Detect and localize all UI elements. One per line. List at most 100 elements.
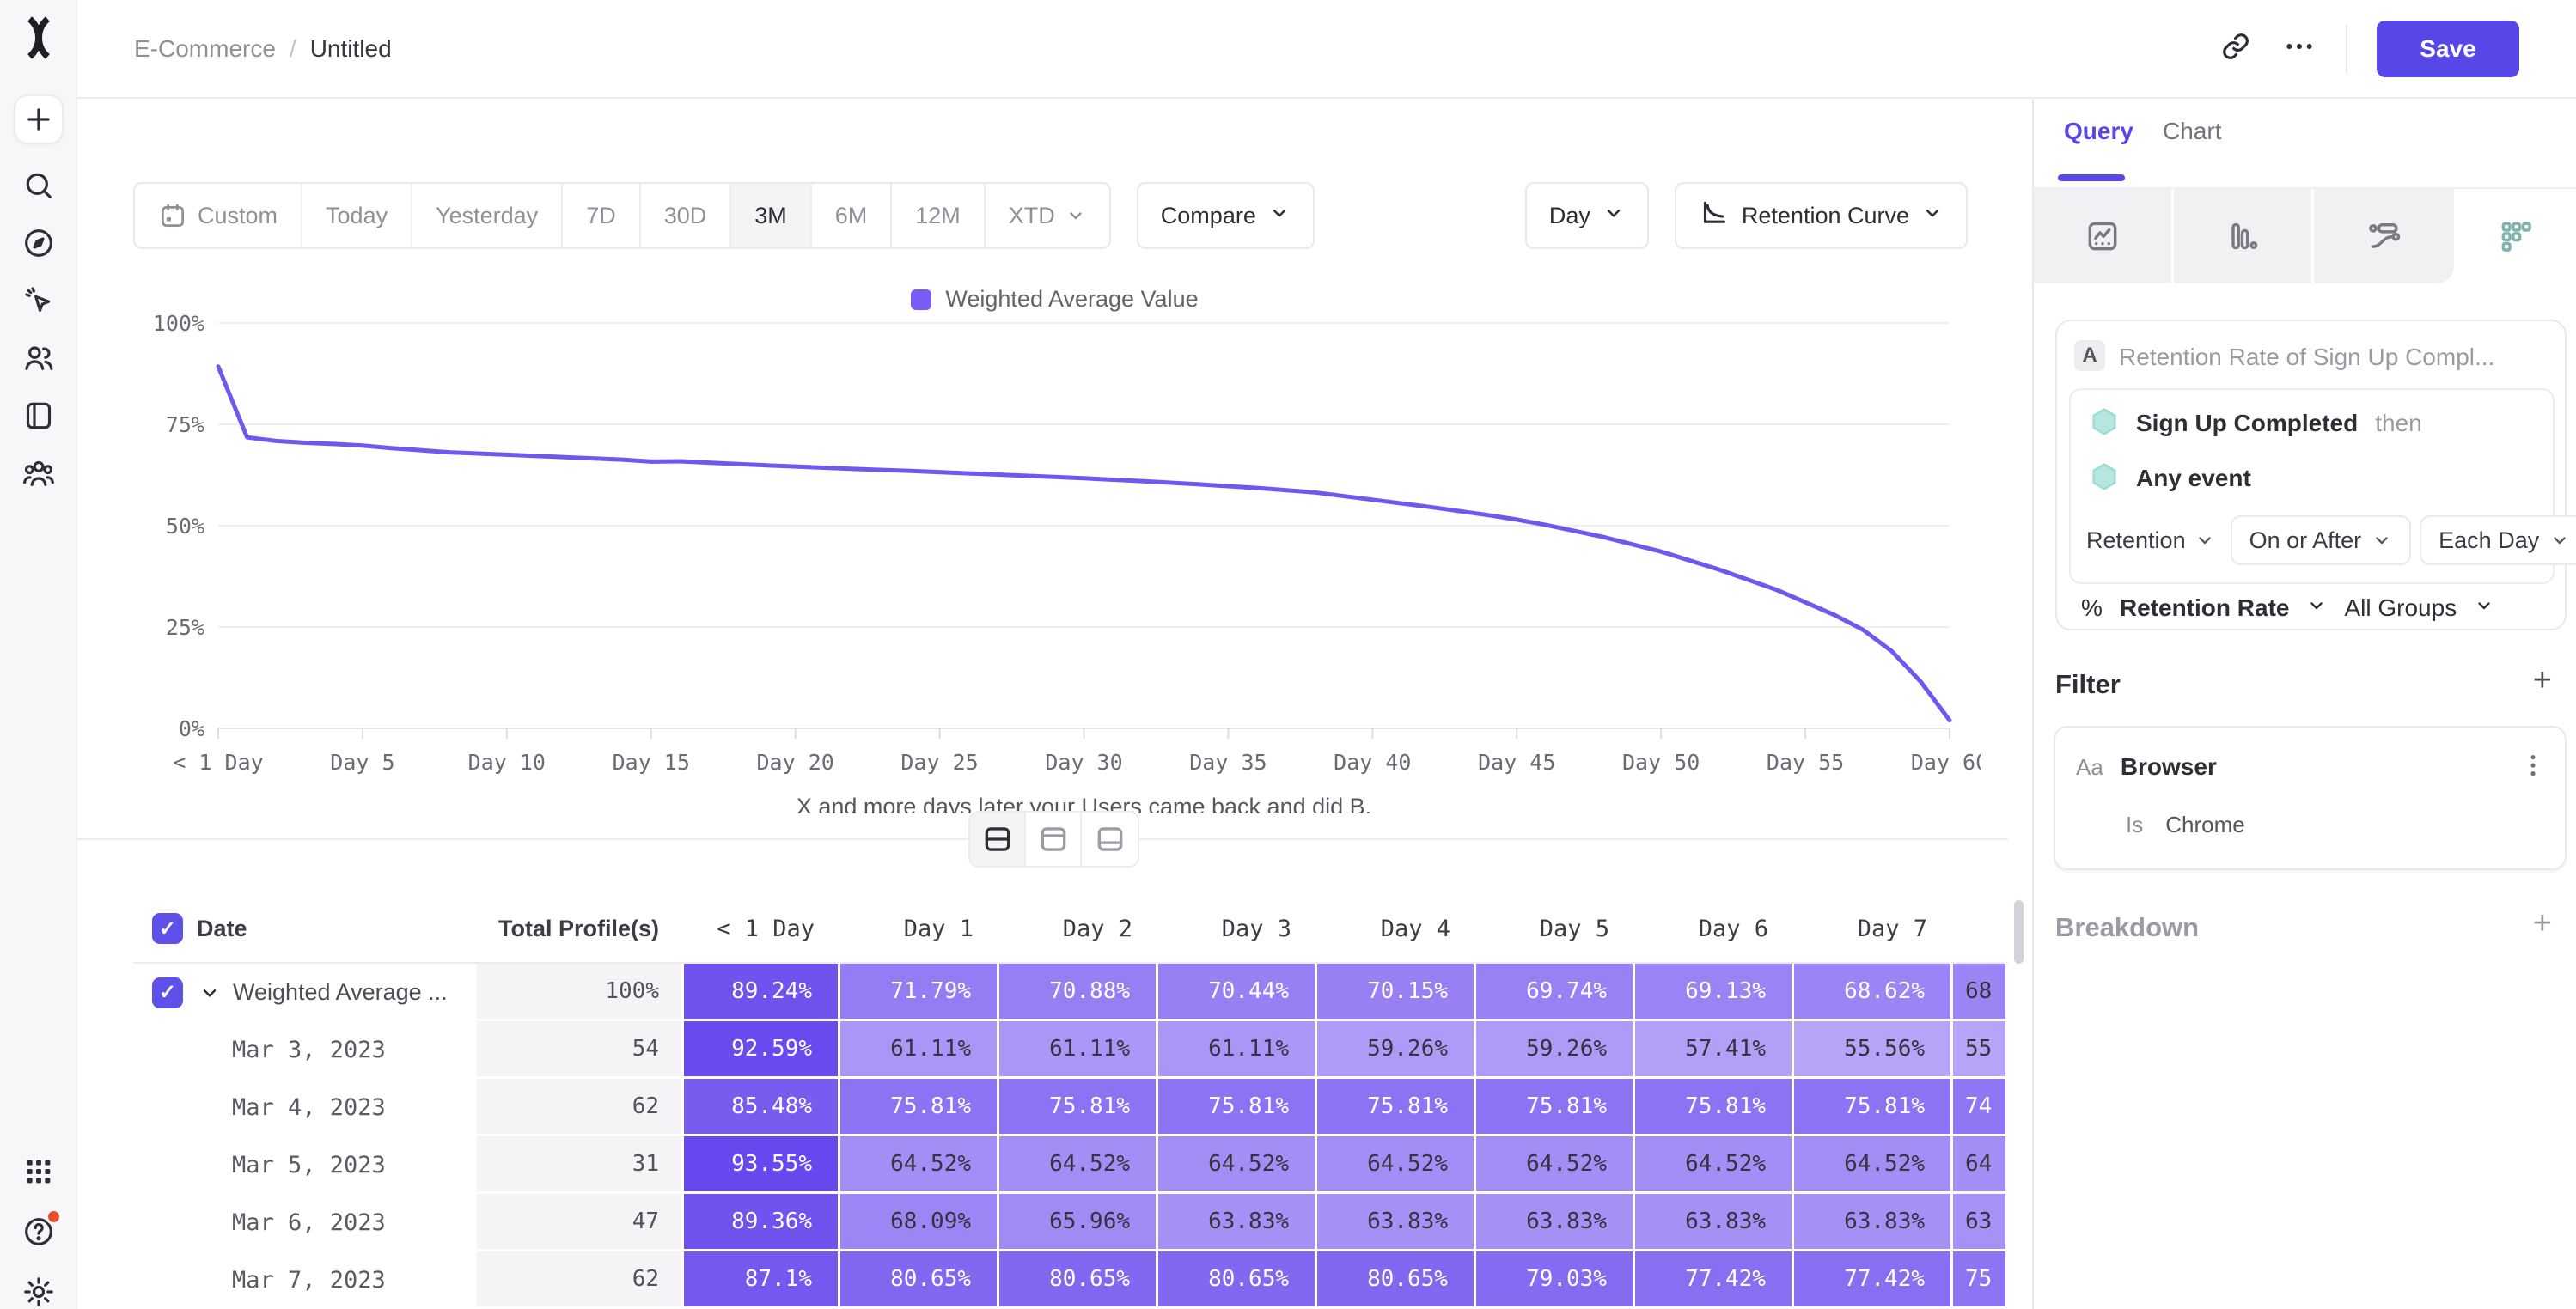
svg-text:75%: 75% bbox=[166, 412, 204, 437]
query-title[interactable]: Retention Rate of Sign Up Compl... bbox=[2119, 344, 2494, 371]
copy-link-icon[interactable] bbox=[2219, 29, 2253, 68]
sidebar-item-users[interactable] bbox=[0, 336, 77, 384]
measure-metric-dropdown[interactable]: Retention Rate bbox=[2120, 594, 2290, 622]
chevron-down-icon bbox=[2306, 594, 2327, 622]
retention-dropdown[interactable]: Retention bbox=[2086, 527, 2222, 554]
total-profiles-cell: 100% bbox=[477, 964, 681, 1021]
chevron-down-icon bbox=[1065, 205, 1086, 226]
event-step-1[interactable]: Sign Up Completed then bbox=[2090, 407, 2422, 440]
retention-cell: 64.52% bbox=[999, 1136, 1158, 1194]
retention-cell: 92.59% bbox=[681, 1021, 840, 1079]
table-scrollbar[interactable] bbox=[2014, 900, 2024, 964]
svg-text:100%: 100% bbox=[153, 311, 204, 336]
filter-section-title: Filter bbox=[2055, 669, 2121, 700]
svg-text:< 1 Day: < 1 Day bbox=[173, 750, 263, 775]
breadcrumb-current[interactable]: Untitled bbox=[310, 35, 392, 63]
select-all-checkbox[interactable]: ✓ bbox=[152, 913, 183, 944]
svg-text:Day 35: Day 35 bbox=[1189, 750, 1267, 775]
notebook-icon bbox=[21, 399, 56, 437]
series-badge: A bbox=[2074, 340, 2105, 371]
sidebar-item-pointer-sparkle[interactable] bbox=[0, 278, 77, 326]
retention-cell: 75.81% bbox=[1476, 1079, 1635, 1136]
retention-cell: 77.42% bbox=[1635, 1251, 1794, 1309]
retention-cell: 64.52% bbox=[1317, 1136, 1476, 1194]
layout-panel-bottom-button[interactable] bbox=[1082, 813, 1138, 866]
chart-tab-retention-grid[interactable] bbox=[2454, 189, 2576, 283]
compare-button[interactable]: Compare bbox=[1137, 182, 1315, 249]
range-button-12m[interactable]: 12M bbox=[892, 184, 986, 247]
retention-cell: 89.36% bbox=[681, 1194, 840, 1251]
event-step-2[interactable]: Any event bbox=[2090, 462, 2251, 495]
measure-groups-dropdown[interactable]: All Groups bbox=[2344, 594, 2457, 622]
filter-value[interactable]: Chrome bbox=[2165, 812, 2244, 838]
layout-panel-top-button[interactable] bbox=[1026, 813, 1082, 866]
range-button-xtd[interactable]: XTD bbox=[986, 184, 1109, 247]
more-options-icon[interactable] bbox=[2282, 29, 2317, 68]
retention-cell: 80.65% bbox=[1158, 1251, 1317, 1309]
sidebar-item-users-three[interactable] bbox=[0, 451, 77, 499]
filter-menu-icon[interactable] bbox=[2517, 750, 2549, 787]
chevron-down-icon bbox=[2549, 530, 2570, 551]
filter-operator[interactable]: Is bbox=[2126, 812, 2143, 838]
retention-cell: 87.1% bbox=[681, 1251, 840, 1309]
retention-curve-chart[interactable]: 0%25%50%75%100%< 1 DayDay 5Day 10Day 15D… bbox=[137, 307, 1981, 813]
measure-row: % Retention Rate All Groups bbox=[2081, 594, 2494, 622]
retention-table: ✓ DateTotal Profile(s)< 1 DayDay 1Day 2D… bbox=[133, 895, 2008, 1309]
chart-tab-bar-chart[interactable] bbox=[2174, 189, 2314, 283]
breadcrumb-parent[interactable]: E-Commerce bbox=[134, 35, 276, 63]
retention-cell-clipped: 55 bbox=[1953, 1021, 2008, 1079]
sidebar-item-grid-dots[interactable] bbox=[0, 1149, 77, 1197]
range-button-6m[interactable]: 6M bbox=[812, 184, 893, 247]
filter-card[interactable]: Aa Browser Is Chrome bbox=[2054, 726, 2567, 870]
tab-chart[interactable]: Chart bbox=[2163, 118, 2221, 145]
top-bar: E-Commerce / Untitled Save bbox=[77, 0, 2576, 99]
range-button-30d[interactable]: 30D bbox=[641, 184, 732, 247]
range-button-3m[interactable]: 3M bbox=[731, 184, 812, 247]
hexagon-icon bbox=[2090, 407, 2119, 440]
granularity-label: Day bbox=[1549, 203, 1590, 229]
range-button-7d[interactable]: 7D bbox=[563, 184, 641, 247]
range-label: XTD bbox=[1009, 203, 1055, 229]
percent-icon: % bbox=[2081, 594, 2103, 622]
retention-cell: 61.11% bbox=[840, 1021, 999, 1079]
compare-label: Compare bbox=[1161, 203, 1256, 229]
on-or-after-dropdown[interactable]: On or After bbox=[2231, 515, 2412, 565]
chart-type-dropdown[interactable]: Retention Curve bbox=[1675, 182, 1968, 249]
range-button-today[interactable]: Today bbox=[302, 184, 412, 247]
query-card: A Retention Rate of Sign Up Compl... Any… bbox=[2055, 320, 2567, 630]
retention-cell: 63.83% bbox=[1158, 1194, 1317, 1251]
chart-svg[interactable]: 0%25%50%75%100%< 1 DayDay 5Day 10Day 15D… bbox=[137, 307, 1981, 813]
range-label: 12M bbox=[915, 203, 961, 229]
range-button-yesterday[interactable]: Yesterday bbox=[412, 184, 563, 247]
help-circle-icon bbox=[21, 1215, 56, 1253]
save-button[interactable]: Save bbox=[2377, 21, 2519, 77]
add-filter-button[interactable]: + bbox=[2533, 664, 2552, 697]
table-row: Mar 3, 20235492.59%61.11%61.11%61.11%59.… bbox=[133, 1021, 2008, 1079]
sidebar-item-gear[interactable] bbox=[0, 1269, 77, 1309]
expand-chevron-icon[interactable] bbox=[198, 982, 221, 1004]
event-name: Sign Up Completed bbox=[2136, 410, 2358, 437]
create-new-button[interactable] bbox=[14, 94, 64, 144]
sidebar-item-compass[interactable] bbox=[0, 221, 77, 269]
svg-text:Day 20: Day 20 bbox=[757, 750, 834, 775]
total-profiles-cell: 62 bbox=[477, 1079, 681, 1136]
retention-cell: 59.26% bbox=[1476, 1021, 1635, 1079]
range-button-custom[interactable]: Custom bbox=[135, 184, 302, 247]
chart-tab-insights-square[interactable] bbox=[2034, 189, 2174, 283]
sidebar-item-search[interactable] bbox=[0, 163, 77, 211]
filter-field[interactable]: Browser bbox=[2121, 753, 2217, 781]
sidebar-item-help-circle[interactable] bbox=[0, 1209, 77, 1257]
row-checkbox[interactable]: ✓ bbox=[152, 977, 183, 1008]
layout-split-h-button[interactable] bbox=[970, 813, 1026, 866]
chevron-down-icon bbox=[1921, 202, 1944, 230]
each-day-dropdown[interactable]: Each Day bbox=[2420, 515, 2576, 565]
chevron-down-icon bbox=[2194, 530, 2215, 551]
add-breakdown-button[interactable]: + bbox=[2533, 907, 2552, 940]
chart-tab-flow[interactable] bbox=[2314, 189, 2454, 283]
row-label: Mar 4, 2023 bbox=[232, 1094, 386, 1121]
app-logo-icon[interactable] bbox=[17, 14, 60, 62]
event-suffix: then bbox=[2375, 410, 2422, 437]
tab-query[interactable]: Query bbox=[2064, 118, 2133, 145]
sidebar-item-notebook[interactable] bbox=[0, 393, 77, 441]
granularity-dropdown[interactable]: Day bbox=[1525, 182, 1649, 249]
